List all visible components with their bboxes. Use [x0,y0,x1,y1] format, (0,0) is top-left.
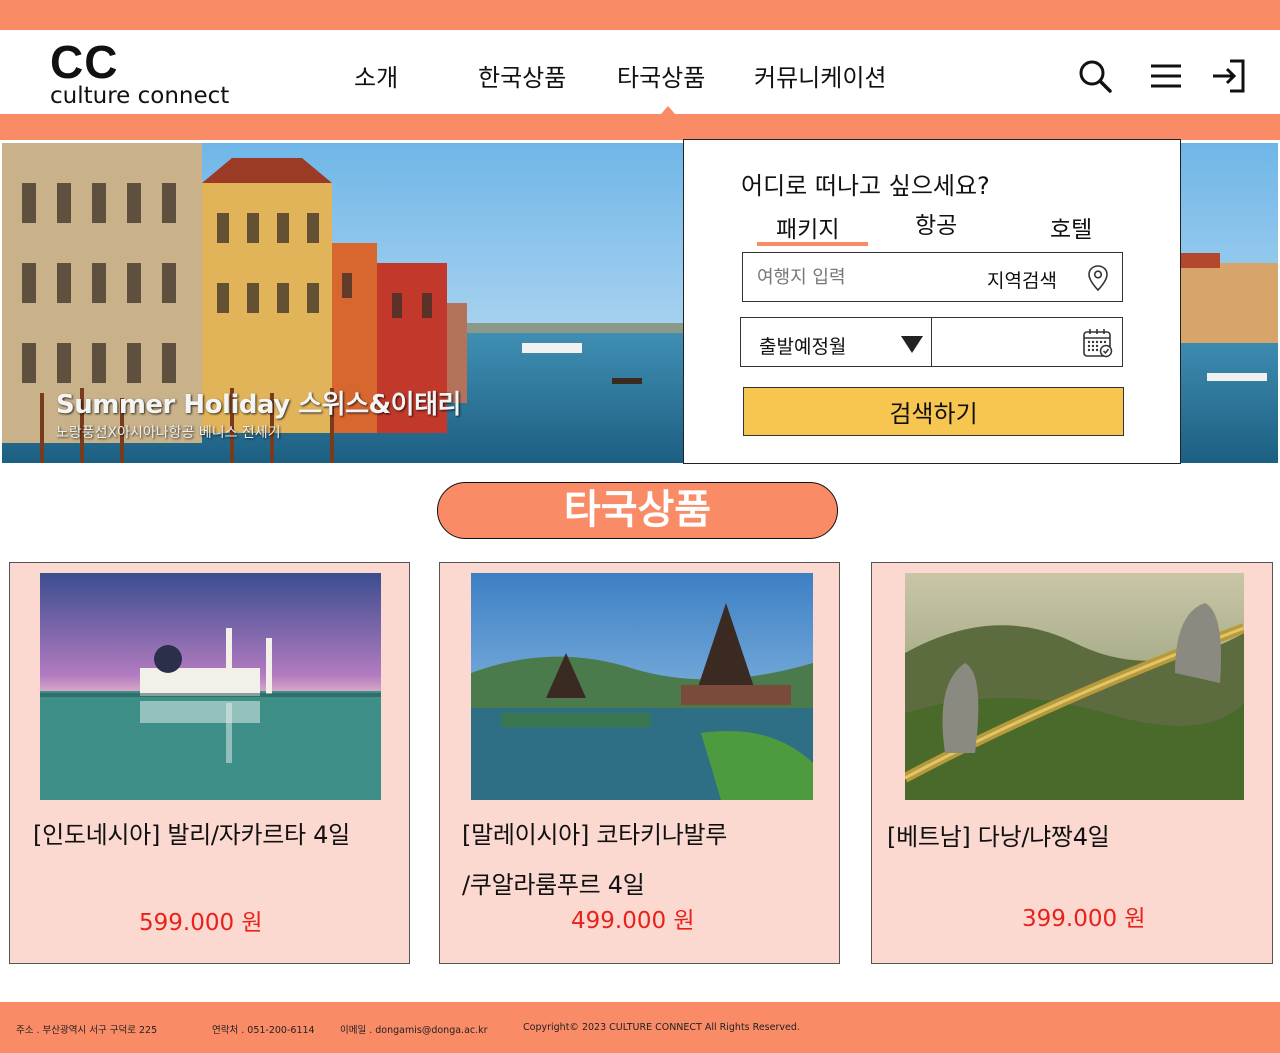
nav-item-communication[interactable]: 커뮤니케이션 [754,58,886,93]
logo-text: culture connect [50,83,230,109]
search-icon[interactable] [1075,56,1115,96]
region-search-label[interactable]: 지역검색 [987,266,1057,293]
site-logo[interactable]: CC culture connect [50,38,229,108]
footer-phone: 연락처 . 051-200-6114 [212,1025,315,1036]
departure-month-select[interactable]: 출발예정월 [740,317,932,367]
product-price: 399.000 원 [1022,906,1146,932]
tab-flight[interactable]: 항공 [915,206,957,240]
product-title: [베트남] 다낭/냐짱4일 [887,823,1110,851]
product-card-malaysia[interactable]: [말레이시아] 코타키나발루 /쿠알라룸푸르 4일 499.000 원 [439,562,840,964]
product-card-indonesia[interactable]: [인도네시아] 발리/자카르타 4일 599.000 원 [9,562,410,964]
product-price: 599.000 원 [139,910,263,936]
product-title: [인도네시아] 발리/자카르타 4일 [33,821,350,849]
product-image-temple[interactable] [471,573,813,800]
top-accent-bar [0,0,1280,30]
section-title: 타국상품 [437,482,838,539]
date-picker-field[interactable] [931,317,1123,367]
active-nav-indicator [661,106,675,114]
travel-search-panel: 어디로 떠나고 싶으세요? 패키지 항공 호텔 지역검색 출발예정월 [683,139,1181,464]
product-title: [말레이시아] 코타키나발루 [462,821,728,849]
product-card-vietnam[interactable]: [베트남] 다낭/냐짱4일 399.000 원 [871,562,1273,964]
product-image-golden-bridge[interactable] [905,573,1244,800]
search-submit-button[interactable]: 검색하기 [743,387,1124,436]
tab-hotel[interactable]: 호텔 [1050,210,1092,244]
search-question: 어디로 떠나고 싶으세요? [741,172,990,200]
active-tab-underline [757,242,868,246]
product-price: 499.000 원 [571,908,695,934]
product-title-line2: /쿠알라룸푸르 4일 [462,871,645,899]
site-footer: 주소 . 부산광역시 서구 구덕로 225 연락처 . 051-200-6114… [0,1002,1280,1053]
menu-icon[interactable] [1146,56,1186,96]
tab-package[interactable]: 패키지 [776,210,839,244]
calendar-icon[interactable] [1082,327,1114,359]
nav-item-foreign-products[interactable]: 타국상품 [617,58,705,93]
logo-mark: CC [50,36,119,88]
hero-title: Summer Holiday 스위스&이태리 [56,390,461,420]
nav-item-korea-products[interactable]: 한국상품 [478,58,566,93]
departure-month-label: 출발예정월 [759,336,847,358]
nav-item-intro[interactable]: 소개 [354,58,398,93]
hero-subtitle: 노랑풍선X아시아나항공 베니스 전세기 [56,425,281,441]
destination-input[interactable] [757,263,977,291]
dropdown-arrow-icon [901,336,923,353]
footer-email[interactable]: 이메일 . dongamis@donga.ac.kr [340,1022,488,1036]
header-accent-bar [0,114,1280,140]
location-pin-icon[interactable] [1087,264,1109,292]
product-image-mosque[interactable] [40,573,381,800]
login-icon[interactable] [1208,56,1248,96]
footer-copyright: Copyright© 2023 CULTURE CONNECT All Righ… [523,1022,800,1033]
footer-address: 주소 . 부산광역시 서구 구덕로 225 [16,1025,158,1036]
destination-field[interactable]: 지역검색 [742,252,1123,302]
